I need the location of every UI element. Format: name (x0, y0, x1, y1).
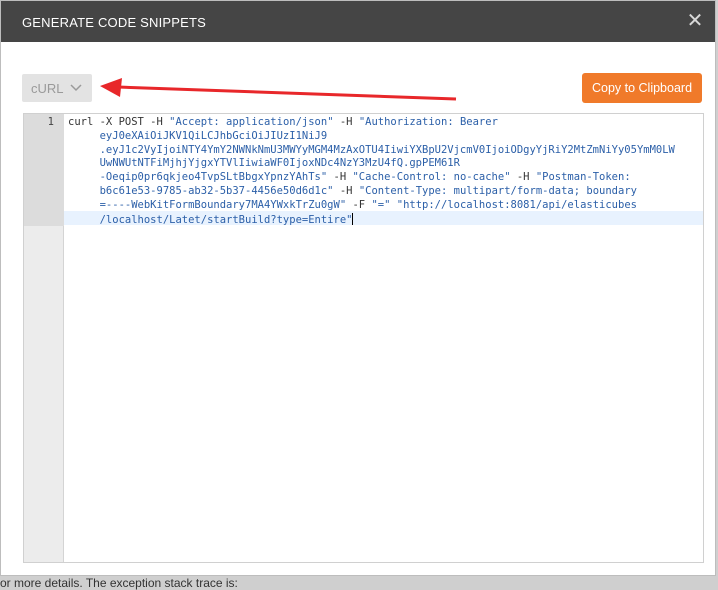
dialog-header: GENERATE CODE SNIPPETS ✕ (1, 1, 715, 42)
code-text: -F (346, 198, 372, 211)
background-text: or more details. The exception stack tra… (0, 576, 238, 590)
language-select-value: cURL (31, 81, 64, 96)
code-string: UwNWUtNTFiMjhjYjgxYTVlIiwiaWF0IjoxNDc4Nz… (68, 157, 460, 170)
code-string: eyJ0eXAiOiJKV1QiLCJhbGciOiJIUzI1NiJ9 (68, 129, 328, 142)
dialog-title: GENERATE CODE SNIPPETS (22, 15, 207, 30)
code-text: -H (333, 184, 359, 197)
code-string: "Cache-Control: no-cache" (352, 171, 511, 184)
code-line: curl -X POST -H "Accept: application/jso… (68, 116, 675, 130)
line-number: 1 (47, 116, 54, 128)
annotation-arrow-icon (100, 78, 457, 101)
code-line: b6c61e53-9785-ab32-5b37-4456e50d6d1c" -H… (68, 185, 675, 199)
code-string: b6c61e53-9785-ab32-5b37-4456e50d6d1c" (68, 184, 334, 197)
code-line: .eyJ1c2VyIjoiNTY4YmY2NWNkNmU3MWYyMGM4MzA… (68, 144, 675, 158)
code-string: "http://localhost:8081/api/elasticubes (396, 198, 637, 211)
code-line: -Oeqip0pr6qkjeo4TvpSLtBbgxYpnzYAhTs" -H … (68, 171, 675, 185)
code-text: curl -X POST -H (68, 116, 170, 128)
code-line: =----WebKitFormBoundary7MA4YWxkTrZu0gW" … (68, 199, 675, 213)
code-text: -H (333, 116, 359, 128)
code-line: UwNWUtNTFiMjhjYjgxYTVlIiwiaWF0IjoxNDc4Nz… (68, 157, 675, 171)
code-string: .eyJ1c2VyIjoiNTY4YmY2NWNkNmU3MWYyMGM4MzA… (68, 143, 675, 156)
line-number-gutter: 1 (24, 114, 64, 562)
code-line: /localhost/Latet/startBuild?type=Entire" (68, 212, 675, 228)
code-string: =----WebKitFormBoundary7MA4YWxkTrZu0gW" (68, 198, 347, 211)
chevron-down-icon (70, 81, 82, 96)
code-editor[interactable]: 1 curl -X POST -H "Accept: application/j… (23, 113, 704, 563)
code-snippet[interactable]: curl -X POST -H "Accept: application/jso… (68, 116, 675, 227)
code-text: -H (510, 171, 536, 184)
close-icon[interactable]: ✕ (684, 10, 706, 32)
code-string: "Postman-Token: (535, 171, 631, 184)
text-cursor (352, 212, 354, 225)
language-select[interactable]: cURL (22, 74, 92, 102)
code-string: -Oeqip0pr6qkjeo4TvpSLtBbgxYpnzYAhTs" (68, 171, 328, 184)
code-string: "Accept: application/json" (169, 116, 334, 128)
generate-code-snippets-dialog: GENERATE CODE SNIPPETS ✕ cURL Copy to Cl… (0, 0, 716, 576)
code-line: eyJ0eXAiOiJKV1QiLCJhbGciOiJIUzI1NiJ9 (68, 130, 675, 144)
code-string: "Content-Type: multipart/form-data; boun… (358, 184, 637, 197)
code-text: -H (327, 171, 353, 184)
copy-to-clipboard-button[interactable]: Copy to Clipboard (582, 73, 702, 103)
code-string: "=" (371, 198, 391, 211)
code-string: /localhost/Latet/startBuild?type=Entire" (68, 213, 353, 226)
code-string: "Authorization: Bearer (358, 116, 498, 128)
